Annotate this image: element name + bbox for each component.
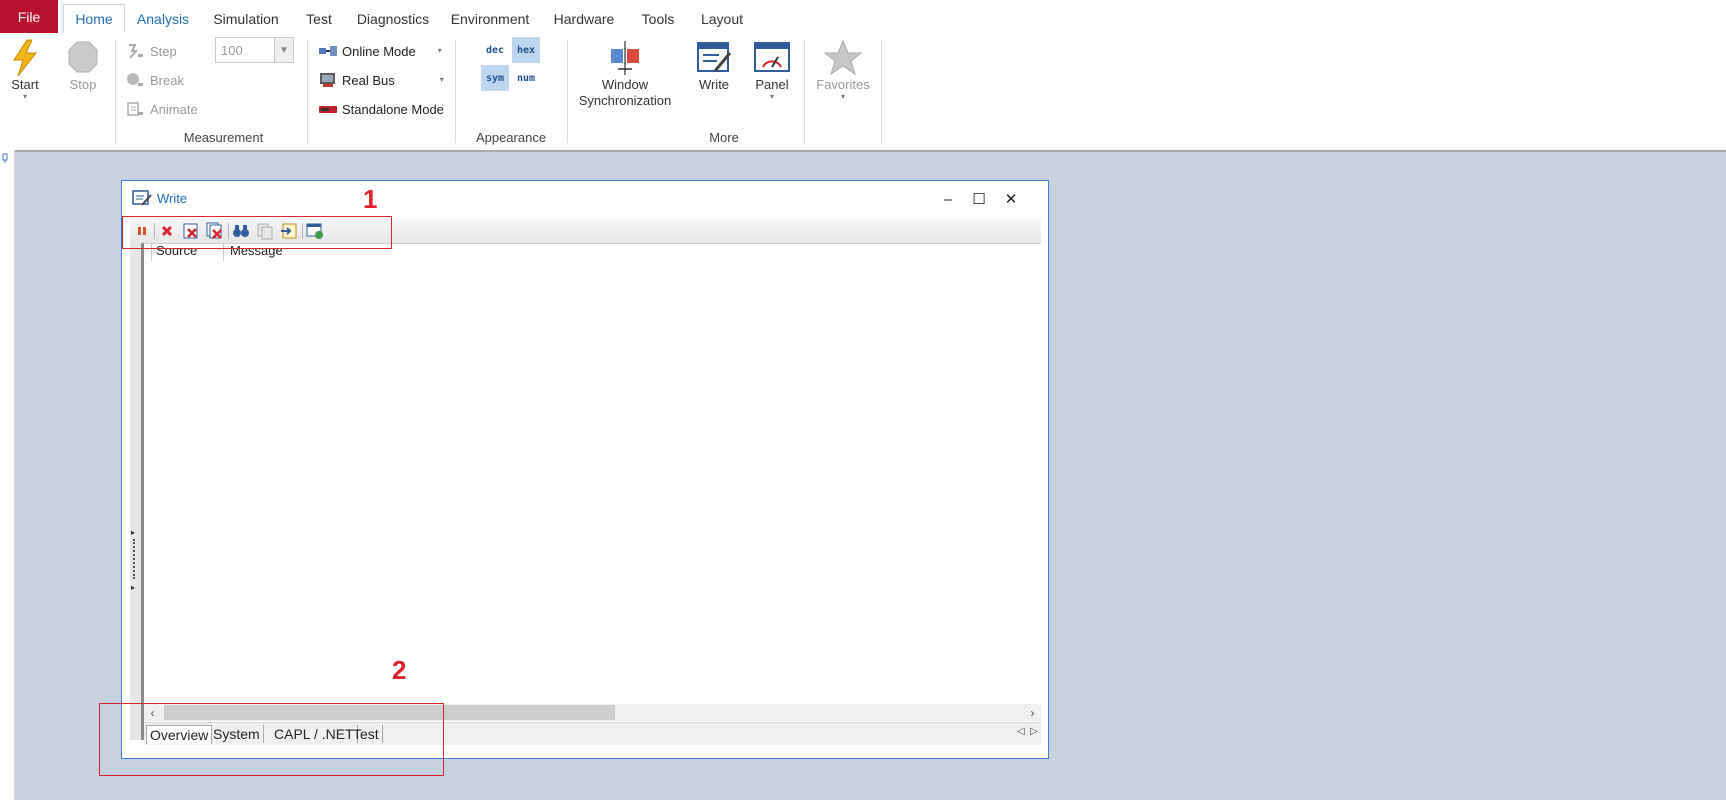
tab-nav-right-icon[interactable]: ▷ bbox=[1030, 726, 1038, 737]
tab-layout[interactable]: Layout bbox=[699, 4, 745, 33]
write-label: Write bbox=[698, 77, 730, 92]
left-dock-strip[interactable] bbox=[0, 150, 15, 800]
write-window-icon bbox=[697, 42, 732, 72]
scroll-right-icon[interactable]: › bbox=[1024, 704, 1041, 721]
ribbon-separator bbox=[455, 39, 456, 143]
real-bus-label: Real Bus bbox=[342, 72, 395, 88]
break-label: Break bbox=[150, 72, 184, 88]
break-button[interactable]: Break bbox=[126, 72, 184, 88]
animate-label: Animate bbox=[150, 101, 198, 117]
online-mode-button[interactable]: Online Mode ▾ bbox=[318, 43, 442, 59]
break-icon bbox=[126, 72, 144, 88]
tab-test[interactable]: Test bbox=[300, 4, 338, 33]
format-dec-button[interactable]: dec bbox=[481, 37, 509, 63]
ribbon: Start ▾ Stop Step Break Animate 100 ▼ On… bbox=[0, 33, 1726, 152]
ribbon-separator bbox=[567, 39, 568, 143]
chevron-down-icon[interactable]: ▼ bbox=[274, 38, 293, 62]
write-window-title: Write bbox=[157, 191, 188, 206]
write-button[interactable]: Write bbox=[694, 39, 734, 93]
annotation-label-1: 1 bbox=[363, 184, 378, 214]
animate-icon bbox=[126, 101, 144, 117]
window-sync-icon bbox=[611, 41, 639, 75]
lightning-icon bbox=[13, 39, 38, 77]
splitter-arrow-icon: ▸ bbox=[131, 583, 136, 592]
tab-file[interactable]: File bbox=[0, 0, 58, 33]
step-label: Step bbox=[150, 43, 177, 59]
step-icon bbox=[126, 43, 144, 59]
panel-label: Panel bbox=[755, 77, 789, 92]
group-label-measurement: Measurement bbox=[183, 130, 264, 145]
maximize-icon[interactable]: ☐ bbox=[969, 189, 989, 209]
real-bus-icon bbox=[318, 72, 336, 88]
close-icon[interactable]: ✕ bbox=[1001, 189, 1021, 209]
favorites-label: Favorites bbox=[816, 77, 870, 92]
chevron-down-icon: ▾ bbox=[840, 92, 845, 101]
tab-nav-left-icon[interactable]: ◁ bbox=[1017, 726, 1025, 737]
ribbon-separator bbox=[881, 39, 882, 143]
stop-octagon-icon bbox=[68, 41, 98, 73]
ribbon-separator bbox=[115, 39, 116, 143]
chevron-down-icon[interactable]: ▾ bbox=[438, 47, 442, 55]
standalone-device-icon bbox=[318, 101, 337, 117]
format-sym-button[interactable]: sym bbox=[481, 65, 509, 91]
window-synchronization-button[interactable]: Window Synchronization bbox=[576, 39, 674, 109]
ribbon-separator bbox=[307, 39, 308, 143]
format-hex-button[interactable]: hex bbox=[512, 37, 540, 63]
group-label-more: More bbox=[709, 130, 739, 145]
minimize-icon[interactable]: – bbox=[938, 189, 958, 209]
tab-environment[interactable]: Environment bbox=[450, 4, 530, 33]
format-num-button[interactable]: num bbox=[512, 65, 540, 91]
panel-gauge-icon bbox=[754, 42, 790, 72]
standalone-mode-button[interactable]: Standalone Mode bbox=[318, 101, 444, 117]
panel-button[interactable]: Panel ▾ bbox=[750, 39, 794, 101]
star-icon bbox=[824, 39, 862, 76]
tab-analysis[interactable]: Analysis bbox=[136, 4, 190, 33]
ribbon-tab-strip: File Home Analysis Simulation Test Diagn… bbox=[0, 0, 1726, 34]
window-sync-label-2: Synchronization bbox=[578, 93, 672, 108]
step-count-value: 100 bbox=[221, 42, 243, 58]
tab-hardware[interactable]: Hardware bbox=[552, 4, 616, 33]
online-mode-icon bbox=[318, 43, 337, 59]
stop-label: Stop bbox=[69, 77, 97, 92]
window-sync-label-1: Window bbox=[601, 77, 649, 92]
animate-button[interactable]: Animate bbox=[126, 101, 198, 117]
write-left-splitter[interactable]: ▸ ▸ bbox=[130, 243, 144, 740]
chevron-down-icon: ▾ bbox=[22, 92, 27, 101]
tab-diagnostics[interactable]: Diagnostics bbox=[357, 4, 429, 33]
tab-simulation[interactable]: Simulation bbox=[212, 4, 280, 33]
splitter-grip-icon bbox=[133, 539, 137, 579]
splitter-arrow-icon: ▸ bbox=[131, 528, 136, 537]
annotation-box-2 bbox=[99, 703, 444, 776]
favorites-button[interactable]: Favorites ▾ bbox=[813, 39, 873, 101]
group-label-appearance: Appearance bbox=[475, 130, 547, 145]
write-window-icon bbox=[132, 190, 152, 206]
annotation-box-1 bbox=[122, 216, 392, 249]
standalone-mode-label: Standalone Mode bbox=[342, 101, 444, 117]
stop-button[interactable]: Stop bbox=[64, 39, 102, 93]
ribbon-separator bbox=[804, 39, 805, 143]
write-window-titlebar[interactable]: Write – ☐ ✕ bbox=[122, 181, 1048, 217]
real-bus-button[interactable]: Real Bus ▾ bbox=[318, 72, 444, 88]
start-label: Start bbox=[11, 77, 39, 92]
step-count-combo[interactable]: 100 ▼ bbox=[215, 37, 294, 63]
tab-tools[interactable]: Tools bbox=[636, 4, 680, 33]
online-mode-label: Online Mode bbox=[342, 43, 416, 59]
pin-icon bbox=[2, 153, 8, 163]
tab-home[interactable]: Home bbox=[63, 4, 125, 33]
chevron-down-icon: ▾ bbox=[769, 92, 774, 101]
chevron-down-icon[interactable]: ▾ bbox=[440, 76, 444, 84]
annotation-label-2: 2 bbox=[392, 655, 407, 685]
step-button[interactable]: Step bbox=[126, 43, 177, 59]
write-window: Write – ☐ ✕ ▸ ▸ Source Message ‹ › Overv… bbox=[121, 180, 1049, 759]
start-button[interactable]: Start ▾ bbox=[6, 39, 44, 101]
